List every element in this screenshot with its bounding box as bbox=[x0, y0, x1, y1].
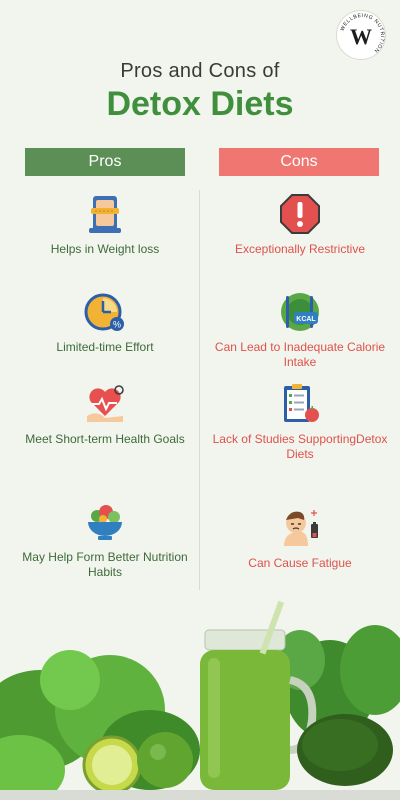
kcal-plate-icon: KCAL bbox=[281, 293, 319, 331]
pros-item-short-term-goals: Meet Short-term Health Goals bbox=[15, 382, 195, 447]
pros-label: May Help Form Better Nutrition Habits bbox=[22, 550, 188, 579]
title-line-1: Pros and Cons of bbox=[120, 60, 280, 82]
heart-health-icon bbox=[87, 385, 124, 422]
stop-warning-icon bbox=[280, 194, 320, 234]
cons-label: Exceptionally Restrictive bbox=[234, 242, 366, 256]
pros-header: Pros bbox=[25, 148, 185, 176]
pros-item-nutrition-habits: May Help Form Better Nutrition Habits bbox=[15, 500, 195, 580]
avocado bbox=[297, 714, 393, 786]
pros-label: Limited-time Effort bbox=[56, 340, 154, 354]
weight-loss-icon bbox=[89, 196, 121, 233]
title-line-2: Detox Diets bbox=[106, 85, 294, 123]
pros-item-limited-time: % Limited-time Effort bbox=[15, 290, 195, 355]
cons-label: Lack of Studies SupportingDetox Diets bbox=[212, 432, 388, 461]
pros-item-weight-loss: Helps in Weight loss bbox=[15, 192, 195, 257]
green-juice-illustration bbox=[0, 600, 400, 800]
kcal-text: KCAL bbox=[296, 316, 316, 323]
table-surface bbox=[0, 790, 400, 800]
brand-logo: WELLBEING NUTRITION W bbox=[336, 10, 386, 60]
pros-label: Helps in Weight loss bbox=[50, 242, 160, 256]
column-divider bbox=[199, 190, 200, 590]
cons-label: Can Cause Fatigue bbox=[248, 556, 352, 570]
cons-item-calorie-intake: KCAL Can Lead to Inadequate Calorie Inta… bbox=[210, 290, 390, 370]
page-title: Pros and Cons of Detox Diets bbox=[0, 60, 400, 124]
cons-item-lack-of-studies: Lack of Studies SupportingDetox Diets bbox=[210, 382, 390, 462]
cons-header: Cons bbox=[219, 148, 379, 176]
cons-item-restrictive: Exceptionally Restrictive bbox=[210, 192, 390, 257]
fatigue-icon bbox=[284, 510, 318, 546]
svg-text:%: % bbox=[113, 320, 121, 330]
clipboard-checklist-icon bbox=[284, 384, 319, 422]
cons-item-fatigue: Can Cause Fatigue bbox=[210, 506, 390, 571]
clock-icon: % bbox=[84, 293, 124, 331]
cons-label: Can Lead to Inadequate Calorie Intake bbox=[214, 340, 386, 369]
salad-bowl-icon bbox=[88, 505, 122, 540]
brand-letter: W bbox=[350, 24, 372, 49]
pros-label: Meet Short-term Health Goals bbox=[25, 432, 185, 446]
